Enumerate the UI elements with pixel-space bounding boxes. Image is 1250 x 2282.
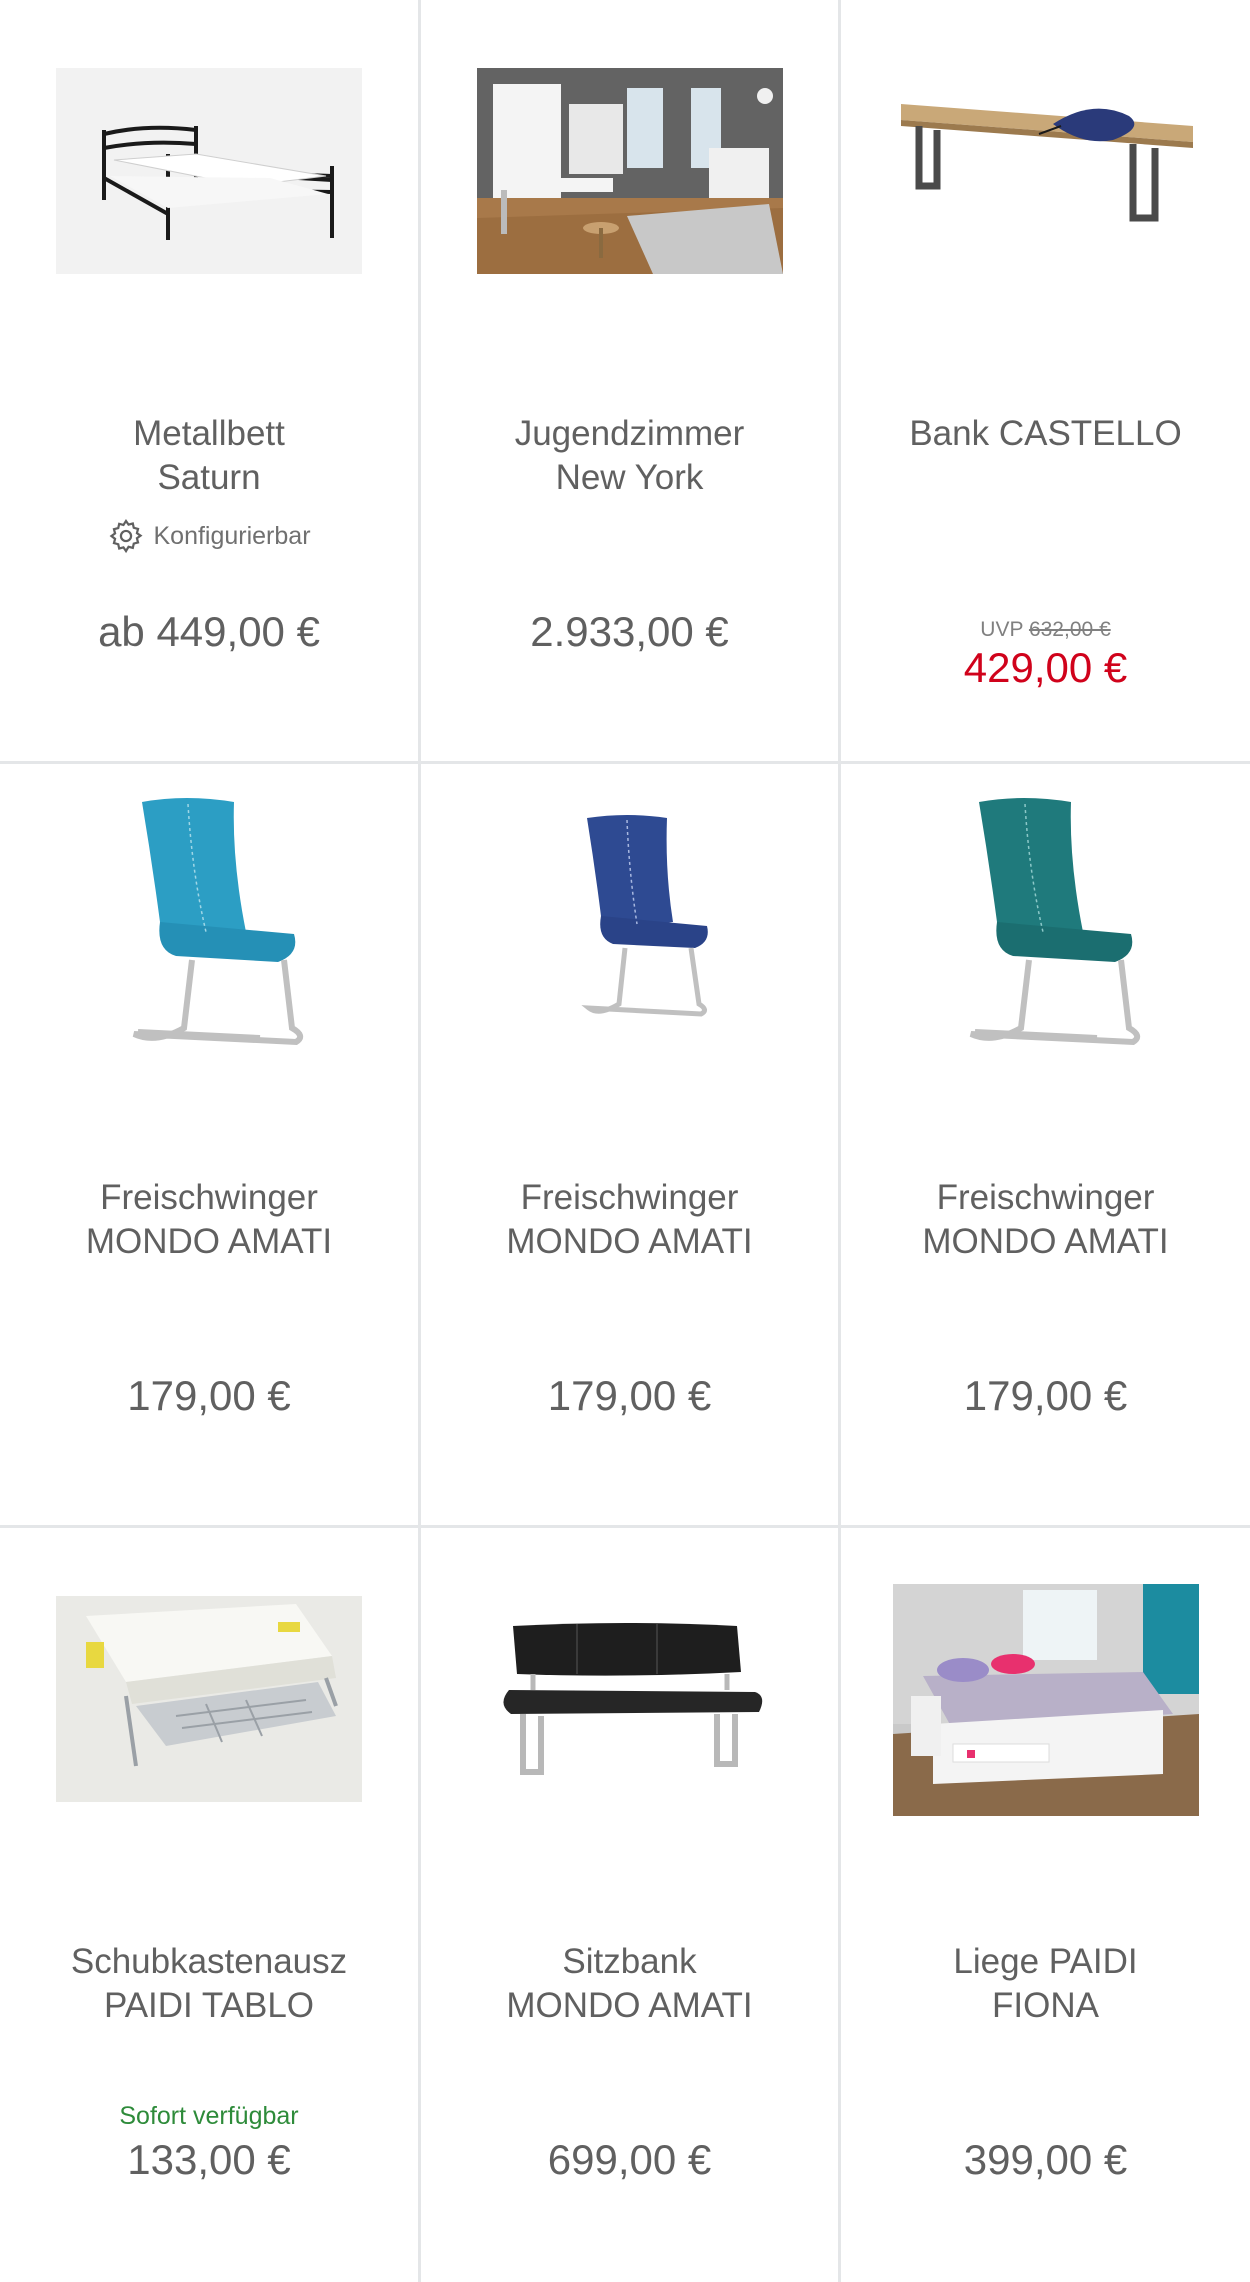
product-title-line1: Metallbett (133, 414, 285, 453)
product-title-line2: New York (555, 458, 704, 497)
product-price: 399,00 € (963, 2136, 1128, 2183)
product-title-line2: FIONA (992, 1986, 1099, 2025)
product-card[interactable]: Schubkastenausz PAIDI TABLO Sofort verfü… (0, 1528, 418, 2282)
product-title-line1: Freischwinger (936, 1178, 1155, 1217)
product-title[interactable]: Freischwinger MONDO AMATI (431, 1176, 828, 1264)
product-price: ab 449,00 € (98, 608, 320, 655)
metal-bed-image[interactable] (56, 68, 362, 274)
product-price: 179,00 € (547, 1372, 712, 1419)
product-title[interactable]: Freischwinger MONDO AMATI (851, 1176, 1240, 1264)
product-price: 699,00 € (547, 2136, 712, 2183)
product-title[interactable]: Bank CASTELLO (851, 412, 1240, 456)
configurable-badge: Konfigurierbar (0, 517, 418, 555)
product-card[interactable]: Freischwinger MONDO AMATI 179,00 € (0, 764, 418, 1525)
product-card[interactable]: Sitzbank MONDO AMATI 699,00 € (421, 1528, 838, 2282)
product-title-line2: MONDO AMATI (85, 1222, 333, 1261)
product-title-line2: PAIDI TABLO (103, 1986, 315, 2025)
product-grid: Metallbett Saturn Konfigurierbar ab 449,… (0, 0, 1250, 2282)
product-title-line1: Jugendzimmer (514, 414, 745, 453)
drawer-image[interactable] (56, 1596, 362, 1802)
product-price: 133,00 € (127, 2136, 291, 2183)
gear-icon (110, 518, 143, 554)
product-title[interactable]: Metallbett Saturn (10, 412, 408, 500)
youth-room-image[interactable] (476, 68, 783, 274)
product-price: 2.933,00 € (530, 608, 729, 655)
product-price: 179,00 € (127, 1372, 291, 1419)
old-price: 632,00 € (1028, 618, 1111, 641)
uvp-label: UVP (980, 618, 1024, 641)
uvp-price: UVP 632,00 € (841, 618, 1250, 642)
product-price: 179,00 € (963, 1372, 1128, 1419)
turquoise-chair-image[interactable] (56, 798, 362, 1046)
product-title[interactable]: Jugendzimmer New York (431, 412, 828, 500)
product-card[interactable]: Bank CASTELLO UVP 632,00 € 429,00 € (841, 0, 1250, 761)
availability-status: Sofort verfügbar (119, 2102, 299, 2130)
product-title-line2: Saturn (157, 458, 261, 497)
product-title-line1: Schubkastenausz (70, 1942, 348, 1981)
product-title[interactable]: Liege PAIDI FIONA (851, 1940, 1240, 2028)
product-title-line1: Freischwinger (100, 1178, 318, 1217)
product-title-line1: Sitzbank (562, 1942, 697, 1981)
product-title[interactable]: Sitzbank MONDO AMATI (431, 1940, 828, 2028)
teal-chair-image[interactable] (893, 798, 1199, 1046)
product-title[interactable]: Freischwinger MONDO AMATI (10, 1176, 408, 1264)
product-title-line2: MONDO AMATI (922, 1222, 1169, 1261)
daybed-image[interactable] (892, 1584, 1199, 1816)
product-card[interactable]: Metallbett Saturn Konfigurierbar ab 449,… (0, 0, 418, 761)
product-title-line1: Freischwinger (520, 1178, 739, 1217)
product-card[interactable]: Freischwinger MONDO AMATI 179,00 € (421, 764, 838, 1525)
product-card[interactable]: Liege PAIDI FIONA 399,00 € (841, 1528, 1250, 2282)
configurable-label: Konfigurierbar (153, 521, 311, 550)
bench-image[interactable] (892, 68, 1199, 274)
product-card[interactable]: Freischwinger MONDO AMATI 179,00 € (841, 764, 1250, 1525)
product-title-line2: MONDO AMATI (506, 1986, 753, 2025)
seat-bench-image[interactable] (476, 1596, 783, 1802)
product-title-line1: Bank CASTELLO (909, 414, 1182, 453)
blue-chair-image[interactable] (477, 815, 783, 1038)
product-title-line2: MONDO AMATI (506, 1222, 753, 1261)
product-title-line1: Liege PAIDI (953, 1942, 1138, 1981)
product-card[interactable]: Jugendzimmer New York 2.933,00 € (421, 0, 838, 761)
sale-price: 429,00 € (963, 644, 1128, 691)
product-title[interactable]: Schubkastenausz PAIDI TABLO (10, 1940, 408, 2028)
